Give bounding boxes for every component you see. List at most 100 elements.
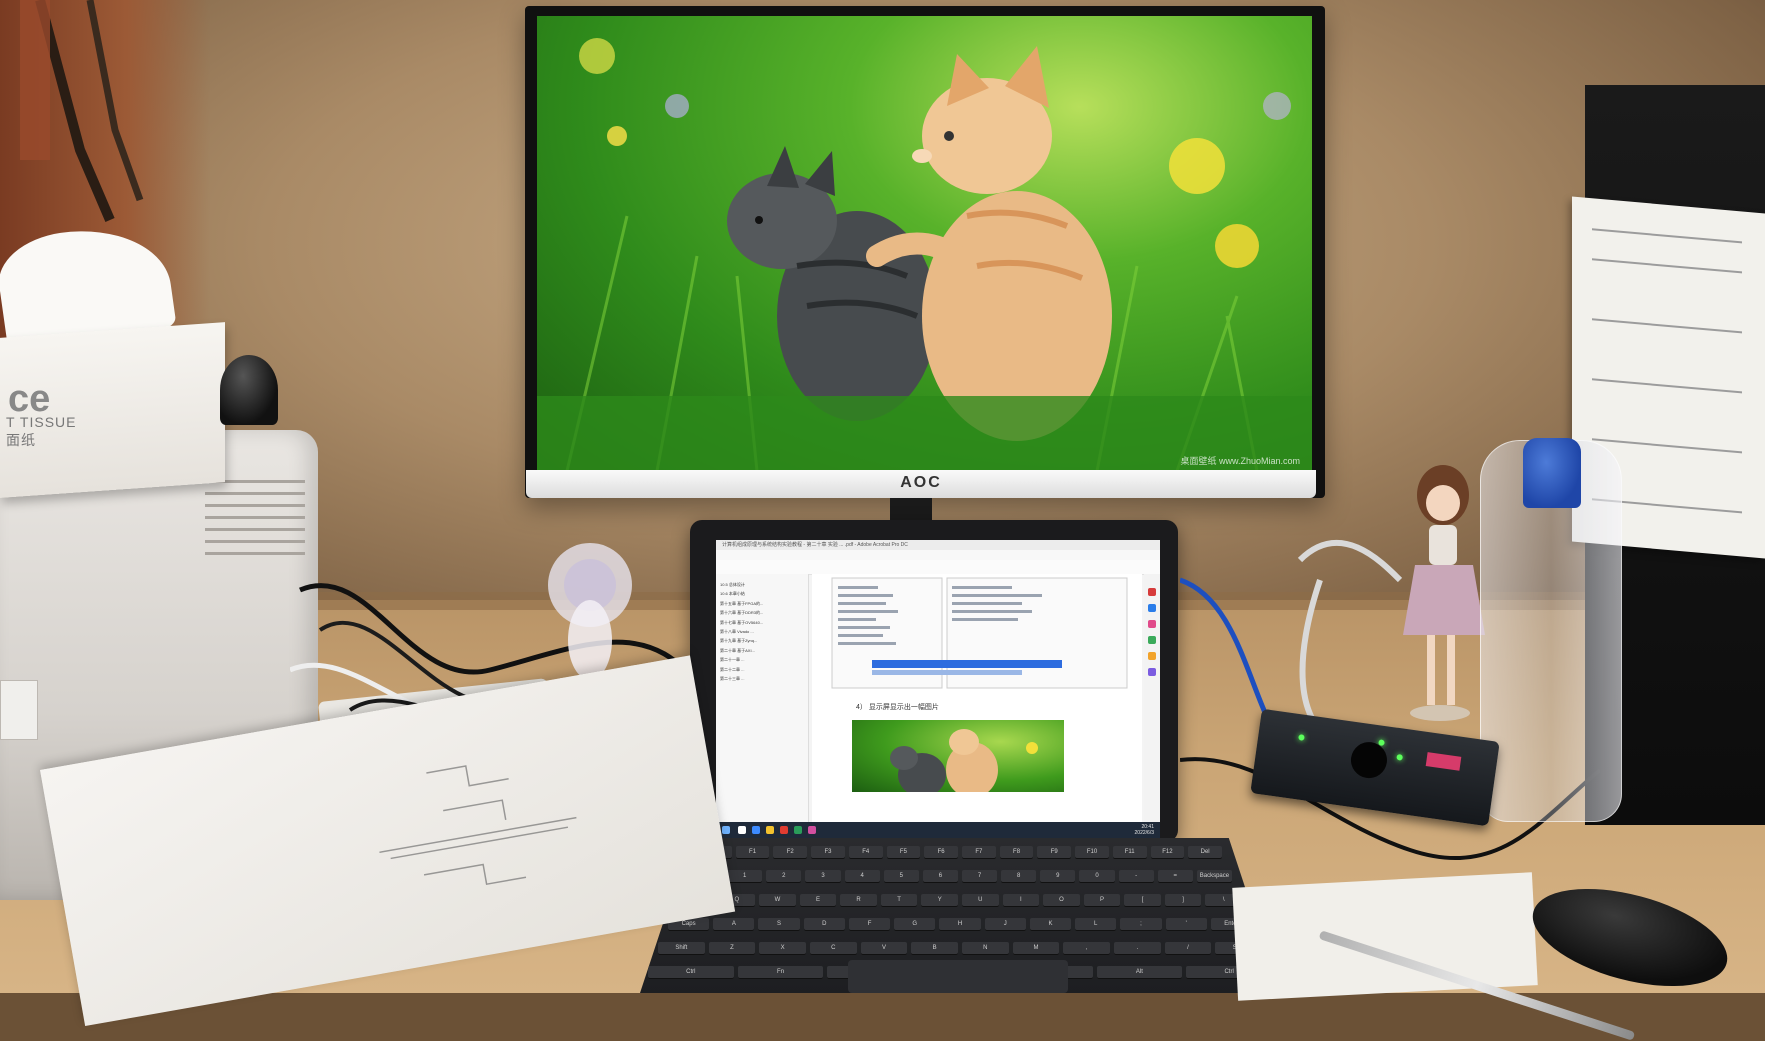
keyboard-key[interactable]: D (803, 918, 845, 931)
keyboard-key[interactable]: F9 (1037, 846, 1072, 859)
keyboard-key[interactable]: 1 (727, 870, 763, 883)
keyboard-key[interactable]: C (810, 942, 857, 955)
keyboard-key[interactable]: S (758, 918, 800, 931)
tissue-label-cn: 面纸 (6, 432, 36, 448)
windows-start-icon[interactable] (722, 826, 730, 834)
app-icon[interactable] (794, 826, 802, 834)
keyboard-key[interactable]: Y (921, 894, 958, 907)
tissue-label: T TISSUE 面纸 (6, 414, 77, 450)
keyboard-key[interactable]: Fn (737, 966, 824, 979)
bookmark-item[interactable]: 第二十章 基于AXI... (720, 646, 804, 655)
keyboard-key[interactable]: ' (1165, 918, 1207, 931)
keyboard-key[interactable]: - (1118, 870, 1154, 883)
keyboard-key[interactable]: / (1164, 942, 1212, 955)
tool-icon[interactable] (1148, 652, 1156, 660)
keyboard-key[interactable]: , (1063, 942, 1110, 955)
keyboard-key[interactable]: W (759, 894, 796, 907)
bookmark-item[interactable]: 10.6 本章小结 (720, 589, 804, 598)
monitor-brand-logo: AOC (900, 474, 942, 491)
printer-vent (205, 528, 305, 531)
keyboard-key[interactable]: F11 (1112, 846, 1147, 859)
keyboard-key[interactable]: T (880, 894, 918, 907)
bookmark-item[interactable]: 第二十三章 ... (720, 674, 804, 683)
keyboard-key[interactable]: Shift (658, 942, 705, 955)
pdf-document-view[interactable]: 4） 显示屏显示出一幅图片 (812, 574, 1142, 822)
paper-rule (1592, 258, 1742, 274)
keyboard-key[interactable]: 9 (1040, 870, 1076, 883)
acrobat-icon[interactable] (780, 826, 788, 834)
keyboard-key[interactable]: X (759, 942, 806, 955)
keyboard-key[interactable]: 5 (883, 870, 919, 883)
bookmark-item[interactable]: 第十八章 Vivado ... (720, 627, 804, 636)
keyboard-key[interactable]: I (1002, 894, 1040, 907)
keyboard-key[interactable]: E (799, 894, 837, 907)
printer-vent (205, 516, 305, 519)
edge-icon[interactable] (752, 826, 760, 834)
search-icon[interactable] (738, 826, 746, 834)
monitor-bottom-bezel: AOC (526, 470, 1316, 498)
bookmark-item[interactable]: 第十五章 基于FPGA的... (720, 599, 804, 608)
tools-rail[interactable] (1144, 574, 1160, 822)
keyboard-key[interactable]: F10 (1075, 846, 1109, 859)
bag-straps (20, 0, 144, 222)
tool-icon[interactable] (1148, 636, 1156, 644)
keyboard-key[interactable]: 7 (962, 870, 998, 883)
trackpad[interactable] (848, 960, 1068, 993)
keyboard-key[interactable]: . (1114, 942, 1161, 955)
bookmark-item[interactable]: 第十九章 基于Zynq... (720, 636, 804, 645)
keyboard-key[interactable]: F4 (848, 846, 883, 859)
bookmark-item[interactable]: 10.5 总体设计 (720, 580, 804, 589)
windows-taskbar[interactable]: 20:41 2022/6/3 (716, 822, 1160, 838)
keyboard-key[interactable]: 6 (922, 870, 958, 883)
keyboard-key[interactable]: Ctrl (648, 966, 734, 979)
bookmark-item[interactable]: 第二十一章 ... (720, 655, 804, 664)
keyboard-key[interactable]: ] (1164, 894, 1202, 907)
printer-vent (205, 504, 305, 507)
keyboard-key[interactable]: Z (708, 942, 756, 955)
keyboard-key[interactable]: 0 (1079, 870, 1115, 883)
keyboard-key[interactable]: Alt (1096, 966, 1183, 979)
keyboard-key[interactable]: J (984, 918, 1026, 931)
keyboard-key[interactable]: F5 (886, 846, 921, 859)
keyboard-key[interactable]: L (1075, 918, 1117, 931)
file-explorer-icon[interactable] (766, 826, 774, 834)
keyboard-key[interactable]: [ (1124, 894, 1161, 907)
bookmark-item[interactable]: 第二十二章 ... (720, 665, 804, 674)
keyboard-key[interactable]: ; (1120, 918, 1162, 931)
keyboard-key[interactable]: F2 (773, 846, 808, 859)
keyboard-key[interactable]: 2 (766, 870, 802, 883)
keyboard-key[interactable]: V (860, 942, 908, 955)
keyboard-key[interactable]: K (1029, 918, 1072, 931)
keyboard-key[interactable]: F8 (999, 846, 1034, 859)
keyboard-key[interactable]: F7 (962, 846, 996, 859)
keyboard-key[interactable]: U (962, 894, 999, 907)
tool-icon[interactable] (1148, 620, 1156, 628)
keyboard-key[interactable]: F (848, 918, 891, 931)
keyboard-key[interactable]: A (713, 918, 755, 931)
keyboard-key[interactable]: 4 (844, 870, 880, 883)
tool-icon[interactable] (1148, 604, 1156, 612)
bookmark-list[interactable]: 10.5 总体设计 10.6 本章小结 第十五章 基于FPGA的... 第十六章… (720, 580, 804, 683)
keyboard-key[interactable]: H (939, 918, 981, 931)
keyboard-key[interactable]: M (1012, 942, 1060, 955)
keyboard-key[interactable]: 8 (1001, 870, 1037, 883)
tool-icon[interactable] (1148, 588, 1156, 596)
keyboard-key[interactable]: O (1043, 894, 1080, 907)
taskbar-clock[interactable]: 20:41 2022/6/3 (1135, 824, 1154, 836)
tool-icon[interactable] (1148, 668, 1156, 676)
keyboard-key[interactable]: 3 (805, 870, 841, 883)
toolbar[interactable] (716, 560, 1160, 575)
bookmark-item[interactable]: 第十六章 基于DDR3的... (720, 608, 804, 617)
paper-rule (1592, 378, 1742, 394)
bookmarks-sidebar[interactable]: 10.5 总体设计 10.6 本章小结 第十五章 基于FPGA的... 第十六章… (716, 574, 809, 822)
app-icon[interactable] (808, 826, 816, 834)
bookmark-item[interactable]: 第十七章 基于OV5640... (720, 618, 804, 627)
keyboard-key[interactable]: F3 (811, 846, 845, 859)
keyboard-key[interactable]: P (1083, 894, 1121, 907)
keyboard-key[interactable]: F1 (735, 846, 770, 859)
keyboard-key[interactable]: F6 (924, 846, 958, 859)
keyboard-key[interactable]: B (911, 942, 958, 955)
keyboard-key[interactable]: N (962, 942, 1009, 955)
keyboard-key[interactable]: R (840, 894, 877, 907)
keyboard-key[interactable]: G (894, 918, 936, 931)
